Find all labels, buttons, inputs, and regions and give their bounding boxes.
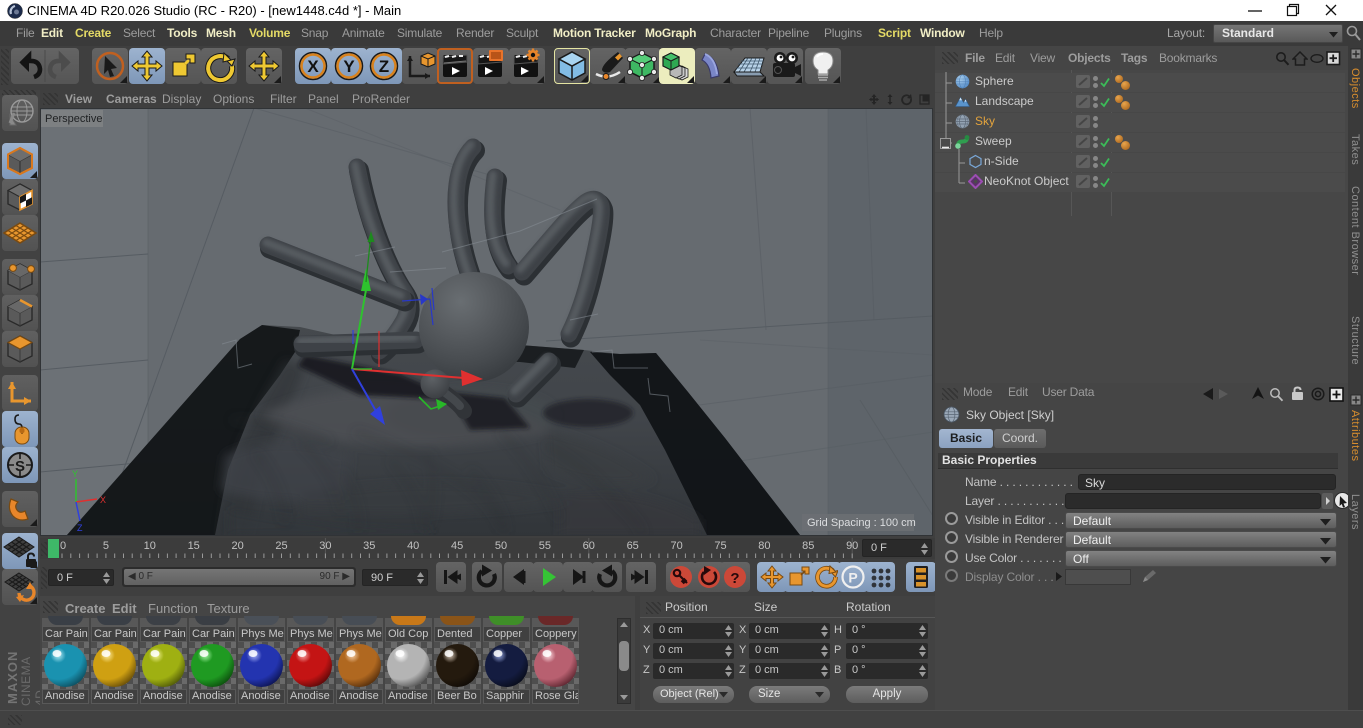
svg-text:85: 85 — [802, 540, 814, 552]
svg-text:P: P — [848, 570, 857, 586]
svg-text:Grid Spacing : 100 cm: Grid Spacing : 100 cm — [807, 517, 916, 529]
svg-text:X: X — [307, 57, 319, 76]
svg-text:5: 5 — [103, 540, 109, 552]
svg-text:60: 60 — [583, 540, 595, 552]
svg-text:65: 65 — [627, 540, 639, 552]
svg-text:S: S — [15, 458, 25, 475]
svg-text:45: 45 — [451, 540, 463, 552]
svg-text:15: 15 — [188, 540, 200, 552]
svg-text:0: 0 — [60, 540, 66, 552]
svg-text:30: 30 — [319, 540, 331, 552]
svg-text:50: 50 — [495, 540, 507, 552]
svg-text:Perspective: Perspective — [45, 113, 102, 125]
svg-text:10: 10 — [144, 540, 156, 552]
svg-text:70: 70 — [670, 540, 682, 552]
svg-text:90: 90 — [846, 540, 858, 552]
svg-text:X: X — [100, 495, 106, 505]
svg-text:75: 75 — [714, 540, 726, 552]
svg-text:55: 55 — [539, 540, 551, 552]
svg-text:?: ? — [730, 570, 739, 587]
svg-text:80: 80 — [758, 540, 770, 552]
svg-text:40: 40 — [407, 540, 419, 552]
svg-text:Z: Z — [77, 523, 83, 533]
svg-text:20: 20 — [231, 540, 243, 552]
svg-text:Y: Y — [343, 57, 355, 76]
svg-text:Z: Z — [379, 57, 389, 76]
svg-text:Y: Y — [72, 469, 78, 479]
svg-text:25: 25 — [275, 540, 287, 552]
svg-text:35: 35 — [363, 540, 375, 552]
